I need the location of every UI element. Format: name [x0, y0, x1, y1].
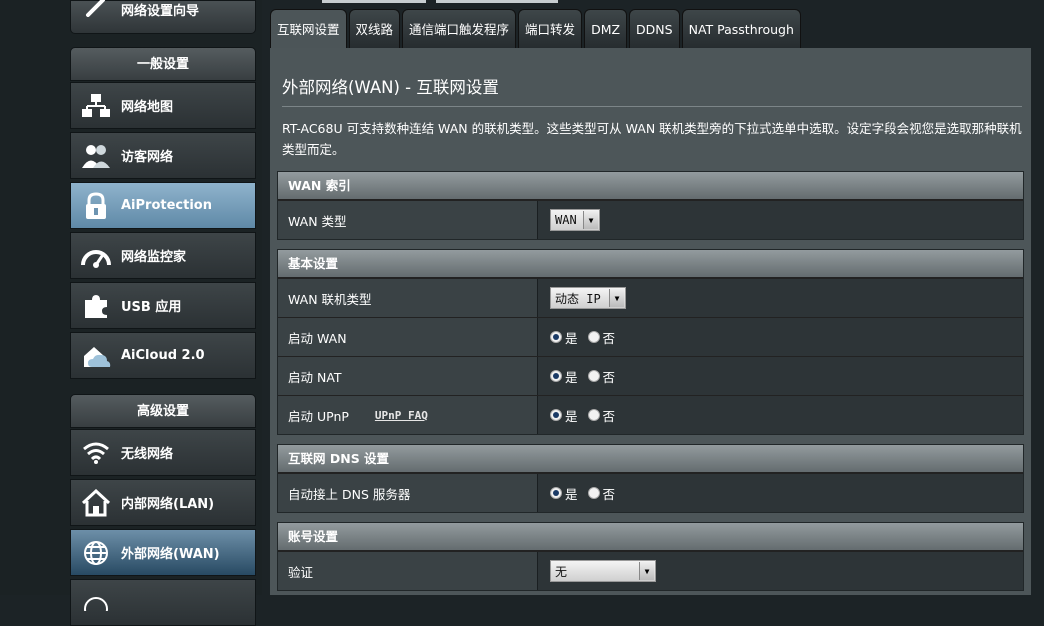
sidebar-item-label: 外部网络(WAN)	[121, 547, 220, 562]
section-wan-index: WAN 索引 WAN 类型 WAN ▼	[277, 171, 1024, 240]
form-row: 启动 WAN 是 否	[278, 317, 1023, 356]
section-dns: 互联网 DNS 设置 自动接上 DNS 服务器 是 否	[277, 444, 1024, 513]
sidebar-item-label: USB 应用	[121, 300, 182, 315]
sidebar: 网络设置向导 一般设置 网络地图 访客网络 AiProtection 网络监控家…	[0, 0, 262, 626]
sidebar-item-guest-network[interactable]: 访客网络	[70, 132, 256, 179]
section-header: 账号设置	[278, 523, 1023, 551]
main-panel: 外部网络(WAN) - 互联网设置 RT-AC68U 可支持数种连结 WAN 的…	[270, 48, 1031, 595]
auto-dns-no-radio[interactable]: 否	[587, 484, 615, 503]
wand-icon	[85, 0, 111, 21]
section-account: 账号设置 验证 无 ▼	[277, 522, 1024, 591]
speedometer-icon	[71, 243, 121, 269]
sidebar-item-wan[interactable]: 外部网络(WAN)	[70, 529, 256, 576]
conn-type-label: WAN 联机类型	[278, 279, 538, 317]
conn-type-select[interactable]: 动态 IP ▼	[550, 287, 626, 309]
sidebar-item-quick-setup[interactable]: 网络设置向导	[70, 0, 256, 34]
sidebar-item-label: AiProtection	[121, 198, 212, 213]
page-title: 外部网络(WAN) - 互联网设置	[282, 78, 499, 97]
select-value: WAN	[555, 213, 577, 227]
tab-dmz[interactable]: DMZ	[584, 9, 628, 48]
enable-wan-yes-radio[interactable]: 是	[550, 328, 578, 347]
form-row: 自动接上 DNS 服务器 是 否	[278, 473, 1023, 512]
section-header: WAN 索引	[278, 172, 1023, 200]
page-description: RT-AC68U 可支持数种连结 WAN 的联机类型。这些类型可从 WAN 联机…	[282, 121, 1022, 157]
enable-upnp-yes-radio[interactable]: 是	[550, 406, 578, 425]
auth-select[interactable]: 无 ▼	[550, 560, 656, 582]
chevron-down-icon: ▼	[583, 211, 598, 229]
sidebar-item-label: 内部网络(LAN)	[121, 497, 215, 512]
tab-port-trigger[interactable]: 通信端口触发程序	[402, 9, 517, 48]
globe-icon	[71, 595, 121, 611]
tab-bar: 互联网设置 双线路 通信端口触发程序 端口转发 DMZ DDNS NAT Pas…	[270, 9, 801, 48]
select-value: 动态 IP	[555, 291, 601, 306]
sidebar-item-label: 网络地图	[121, 100, 174, 115]
wan-type-select[interactable]: WAN ▼	[550, 209, 600, 231]
sidebar-header-general: 一般设置	[70, 47, 256, 81]
enable-wan-label: 启动 WAN	[278, 318, 538, 356]
sidebar-item-network-map[interactable]: 网络地图	[70, 82, 256, 129]
form-row: 启动 NAT 是 否	[278, 356, 1023, 395]
auth-label: 验证	[278, 552, 538, 590]
sidebar-item-wireless[interactable]: 无线网络	[70, 429, 256, 476]
sidebar-item-lan[interactable]: 内部网络(LAN)	[70, 479, 256, 526]
auto-dns-yes-radio[interactable]: 是	[550, 484, 578, 503]
section-basic: 基本设置 WAN 联机类型 动态 IP ▼ 启动 WAN 是 否 启动 NAT …	[277, 249, 1024, 435]
sidebar-item-next[interactable]	[70, 579, 256, 626]
home-icon	[71, 488, 121, 517]
enable-upnp-label: 启动 UPnP	[288, 408, 349, 424]
form-row: WAN 联机类型 动态 IP ▼	[278, 278, 1023, 317]
enable-nat-label: 启动 NAT	[278, 357, 538, 395]
sidebar-item-label: 无线网络	[121, 447, 174, 462]
cloud-house-icon	[71, 343, 121, 369]
chevron-down-icon: ▼	[609, 289, 624, 307]
tab-port-forwarding[interactable]: 端口转发	[518, 9, 583, 48]
form-row: 验证 无 ▼	[278, 551, 1023, 590]
tab-ddns[interactable]: DDNS	[629, 9, 680, 48]
sidebar-item-usb-app[interactable]: USB 应用	[70, 282, 256, 329]
divider	[282, 106, 1022, 107]
sidebar-item-aiprotection[interactable]: AiProtection	[70, 182, 256, 229]
form-row: 启动 UPnP UPnP FAQ 是 否	[278, 395, 1023, 434]
lock-icon	[71, 191, 121, 220]
sidebar-item-label: 网络监控家	[121, 250, 187, 265]
tab-internet-settings[interactable]: 互联网设置	[270, 9, 347, 48]
sidebar-item-label: 网络设置向导	[121, 3, 200, 19]
chevron-down-icon: ▼	[639, 562, 654, 580]
sidebar-header-advanced: 高级设置	[70, 394, 256, 428]
sidebar-item-label: 访客网络	[121, 150, 174, 165]
sidebar-item-aicloud[interactable]: AiCloud 2.0	[70, 332, 256, 379]
form-row: WAN 类型 WAN ▼	[278, 200, 1023, 239]
enable-upnp-no-radio[interactable]: 否	[587, 406, 615, 425]
header-decoration	[322, 0, 558, 4]
section-header: 互联网 DNS 设置	[278, 445, 1023, 473]
select-value: 无	[555, 564, 568, 579]
enable-wan-no-radio[interactable]: 否	[587, 328, 615, 347]
sidebar-item-label: AiCloud 2.0	[121, 348, 205, 363]
auto-dns-label: 自动接上 DNS 服务器	[278, 474, 538, 512]
tab-nat-passthrough[interactable]: NAT Passthrough	[681, 9, 801, 48]
sidebar-item-traffic-monitor[interactable]: 网络监控家	[70, 232, 256, 279]
enable-nat-yes-radio[interactable]: 是	[550, 367, 578, 386]
guest-network-icon	[71, 143, 121, 169]
network-map-icon	[71, 93, 121, 119]
wan-type-label: WAN 类型	[278, 201, 538, 239]
puzzle-icon	[71, 292, 121, 320]
globe-icon	[71, 539, 121, 567]
section-header: 基本设置	[278, 250, 1023, 278]
tab-dual-wan[interactable]: 双线路	[348, 9, 401, 48]
wifi-icon	[71, 441, 121, 465]
enable-nat-no-radio[interactable]: 否	[587, 367, 615, 386]
upnp-faq-link[interactable]: UPnP FAQ	[375, 409, 428, 422]
